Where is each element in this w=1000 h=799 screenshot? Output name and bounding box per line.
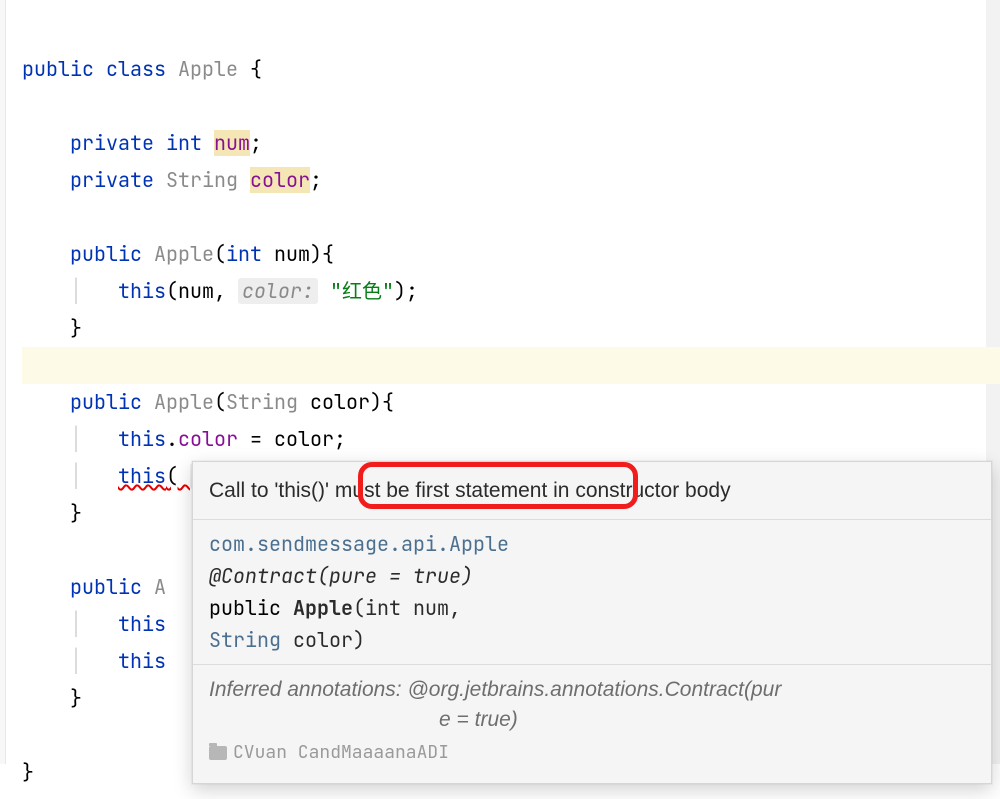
tooltip-error-message: Call to 'this()' must be first statement… — [193, 462, 991, 520]
signature-line-1: public Apple(int num, — [209, 592, 975, 624]
signature-line-2: String color) — [209, 624, 975, 656]
fqcn: com.sendmessage.api.Apple — [209, 528, 975, 560]
usage-highlight: color — [250, 167, 310, 193]
code-line[interactable]: public Apple(int num){ — [22, 241, 334, 267]
contract-annotation: @Contract(pure = true) — [209, 560, 975, 592]
code-line[interactable]: │ this — [22, 648, 166, 674]
code-line[interactable] — [22, 93, 34, 119]
code-line[interactable]: } — [22, 685, 82, 711]
code-line[interactable]: public Apple(String color){ — [22, 389, 394, 415]
keyword-int: int — [166, 130, 202, 156]
tooltip-text: in constructor body — [553, 479, 730, 502]
code-line[interactable] — [22, 537, 34, 563]
code-line[interactable]: │ this — [22, 611, 166, 637]
code-line[interactable]: } — [22, 759, 34, 785]
class-name: Apple — [178, 56, 238, 82]
folder-icon — [209, 746, 227, 760]
keyword-this: this — [118, 278, 166, 304]
ctor-name: Apple — [154, 241, 214, 267]
string-literal: "红色" — [330, 278, 394, 304]
keyword-private: private — [70, 130, 154, 156]
keyword-private: private — [70, 167, 154, 193]
partial-ctor: A — [154, 574, 166, 600]
code-line[interactable]: private String color; — [22, 167, 322, 193]
caret-line[interactable] — [22, 347, 1000, 384]
code-line[interactable]: public class Apple { — [22, 56, 262, 82]
tooltip-text: Call to 'this() — [209, 479, 325, 502]
tooltip-text-highlighted: ' must be first statement — [325, 479, 553, 502]
usage-highlight: num — [214, 130, 250, 156]
inferred-continued: e = true) — [209, 705, 975, 734]
tooltip-doc: com.sendmessage.api.Apple @Contract(pure… — [193, 520, 991, 664]
code-line[interactable] — [22, 204, 34, 230]
code-line[interactable]: │ this(num, color: "红色"); — [22, 278, 418, 304]
code-line[interactable]: } — [22, 315, 82, 341]
inferred-rest: annotations: @org.jetbrains.annotations.… — [281, 678, 781, 701]
param-hint-color: color: — [238, 278, 318, 304]
inferred-label: Inferred — [209, 678, 281, 701]
keyword-class: class — [106, 56, 166, 82]
tooltip-truncated: CVuan CandMaaaanaADI — [209, 740, 975, 765]
type-string: String — [166, 167, 238, 193]
code-line[interactable]: │ this.color = color; — [22, 426, 346, 452]
error-tooltip: Call to 'this()' must be first statement… — [192, 461, 992, 784]
code-line[interactable]: private int num; — [22, 130, 262, 156]
code-line[interactable]: public A — [22, 574, 166, 600]
tooltip-inferred: Inferred annotations: @org.jetbrains.ann… — [193, 664, 991, 783]
code-line[interactable]: } — [22, 500, 82, 526]
code-line[interactable] — [22, 722, 34, 748]
keyword-public: public — [22, 56, 94, 82]
